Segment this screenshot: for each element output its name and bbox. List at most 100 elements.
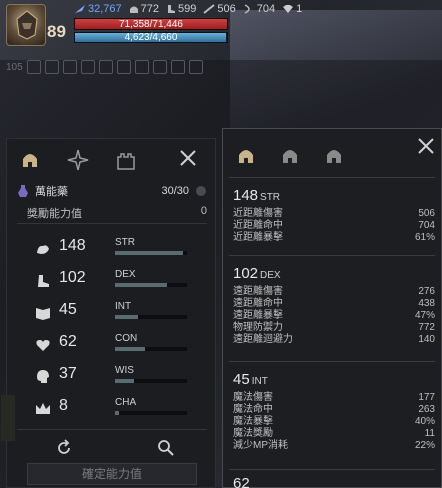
stat-value: 37: [59, 365, 77, 382]
hud-stat-4: 506: [203, 3, 236, 15]
helmet-tab-icon[interactable]: [235, 145, 257, 167]
buff-slot-icon[interactable]: [98, 60, 113, 74]
detail-label: 魔法獎勵: [233, 428, 273, 439]
tab-character[interactable]: [17, 147, 43, 173]
stat-bar: [115, 283, 187, 287]
int-heading: 45 INT: [233, 371, 435, 388]
detail-value: 276: [418, 286, 435, 297]
buff-slot-icon[interactable]: [170, 60, 185, 74]
stat-value: 148: [59, 237, 86, 254]
dex-lines: 遠距離傷害 276 遠距離命中 438 遠距離暴擊 47% 物理防禦力 772 遠距離迴…: [233, 286, 435, 346]
detail-value: 438: [418, 298, 435, 309]
buff-slot-icon[interactable]: [188, 60, 203, 74]
hud-stat-3-value: 599: [178, 3, 197, 15]
dex-value: 102: [233, 265, 259, 282]
tab-castle[interactable]: [113, 147, 139, 173]
stat-row-dex[interactable]: 102 DEX: [17, 269, 207, 303]
detail-value: 11: [424, 428, 435, 439]
hud-stat-5-value: 704: [256, 3, 276, 15]
stat-bar: [115, 379, 187, 383]
detail-label: 魔法命中: [233, 404, 273, 415]
detail-value: 263: [418, 404, 435, 415]
divider: [229, 255, 435, 256]
str-detail: 148 STR 近距離傷害 506 近距離命中 704 近距離暴擊 61%: [233, 187, 435, 244]
str-heading: 148 STR: [233, 187, 435, 204]
stat-abbr: INT: [115, 301, 132, 312]
buff-slot-icon[interactable]: [116, 60, 131, 74]
stat-value: 62: [59, 333, 77, 350]
heart-icon: [36, 340, 50, 351]
stat-row-int[interactable]: 45 INT: [17, 301, 207, 335]
top-hud: 89 32,767 772 599 506 704 1 71,358/71,44…: [0, 0, 442, 52]
hud-stat-4-value: 506: [217, 3, 236, 15]
detail-line: 減少MP消耗 22%: [233, 440, 435, 452]
detail-label: 遠距離迴避力: [233, 334, 293, 345]
character-level: 89: [47, 22, 66, 41]
stat-row-cha[interactable]: 8 CHA: [17, 397, 207, 431]
detail-value: 40%: [414, 416, 435, 427]
hud-stat-6: 1: [282, 3, 302, 15]
detail-line: 近距離暴擊 61%: [233, 232, 435, 244]
detail-label: 物理防禦力: [233, 322, 283, 333]
castle-icon: [117, 153, 135, 170]
stat-value: 8: [59, 397, 68, 414]
weapon-icon: [203, 4, 215, 14]
side-handle[interactable]: [1, 395, 15, 441]
strength-arm-icon: [37, 245, 49, 254]
close-icon[interactable]: [179, 149, 197, 167]
stat-bar-fill: [115, 315, 139, 319]
reset-icon[interactable]: [55, 439, 73, 457]
helmet-tab-icon[interactable]: [279, 145, 301, 167]
detail-value: 47%: [414, 310, 435, 321]
stat-detail-panel: 148 STR 近距離傷害 506 近距離命中 704 近距離暴擊 61% 102 DEX…: [222, 128, 442, 488]
buff-slot-icon[interactable]: [26, 60, 41, 74]
close-icon[interactable]: [417, 137, 435, 155]
stat-row-wis[interactable]: 37 WIS: [17, 365, 207, 399]
buff-slot-icon[interactable]: [62, 60, 77, 74]
stat-bar-fill: [115, 379, 134, 383]
stat-bar-fill: [115, 347, 146, 351]
detail-value: 140: [418, 334, 435, 345]
bonus-row: 獎勵能力值 0: [27, 205, 207, 221]
search-icon[interactable]: [157, 439, 175, 457]
buff-row: 105: [6, 60, 203, 74]
helmet-icon: [23, 154, 37, 167]
dex-heading: 102 DEX: [233, 265, 435, 282]
gem-icon: [283, 5, 294, 13]
buff-slot-icon[interactable]: [152, 60, 167, 74]
buff-slot-icon[interactable]: [44, 60, 59, 74]
confirm-stats-button[interactable]: 確定能力值: [27, 463, 197, 485]
str-abbr: STR: [260, 192, 281, 203]
detail-label: 遠距離暴擊: [233, 310, 283, 321]
stat-abbr: STR: [115, 237, 135, 248]
tab-skills[interactable]: [65, 147, 91, 173]
stat-row-str[interactable]: 148 STR: [17, 237, 207, 271]
detail-label: 減少MP消耗: [233, 440, 288, 451]
helmet-portrait-icon: [16, 10, 38, 40]
bonus-label: 獎勵能力值: [27, 208, 82, 220]
detail-label: 近距離命中: [233, 220, 283, 231]
stat-abbr: WIS: [115, 365, 134, 376]
stat-value: 45: [59, 301, 77, 318]
dex-abbr: DEX: [260, 270, 281, 281]
stat-bar-fill: [115, 251, 184, 255]
hud-stat-5: 704: [243, 3, 275, 15]
helmet-tab-icon[interactable]: [323, 145, 345, 167]
detail-line: 遠距離迴避力 140: [233, 334, 435, 346]
detail-line: 魔法獎勵 11: [233, 428, 435, 440]
hud-stat-row: 32,767 772 599 506 704 1: [74, 3, 302, 15]
info-icon[interactable]: [195, 185, 207, 197]
buff-slot-icon[interactable]: [134, 60, 149, 74]
stat-abbr: DEX: [115, 269, 136, 280]
divider: [229, 469, 435, 470]
int-value: 45: [233, 371, 250, 388]
potion-name: 萬能藥: [35, 186, 68, 198]
detail-line: 遠距離傷害 276: [233, 286, 435, 298]
stat-row-con[interactable]: 62 CON: [17, 333, 207, 367]
character-avatar[interactable]: [6, 4, 46, 46]
int-lines: 魔法傷害 177 魔法命中 263 魔法暴擊 40% 魔法獎勵 11 減少MP消耗 22%: [233, 392, 435, 452]
hud-stat-3: 599: [166, 3, 196, 15]
detail-label: 近距離暴擊: [233, 232, 283, 243]
stat-bar: [115, 251, 187, 255]
buff-slot-icon[interactable]: [80, 60, 95, 74]
